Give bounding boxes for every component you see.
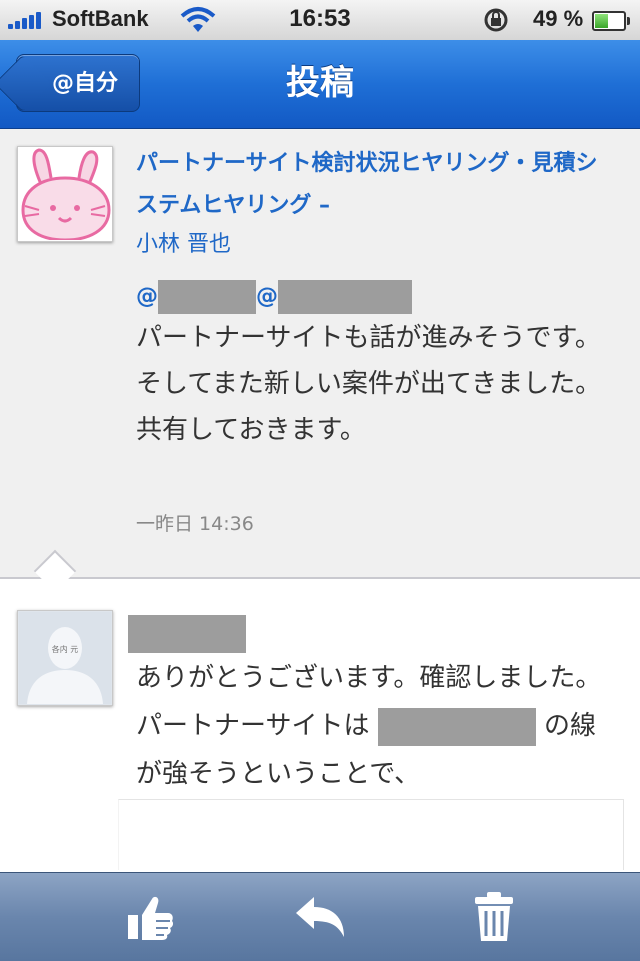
battery-percent: 49 % xyxy=(533,6,584,31)
post-card: パートナーサイト検討状況ヒヤリング・見積システムヒヤリング – 小林 晋也 @ @… xyxy=(0,129,640,579)
reply-icon[interactable] xyxy=(292,891,348,943)
battery-icon xyxy=(592,11,630,31)
svg-text:各内 元: 各内 元 xyxy=(52,644,79,654)
nav-bar: @自分 投稿 xyxy=(0,40,640,129)
reply-card-edge xyxy=(118,799,624,870)
redaction-block xyxy=(377,707,536,746)
post-body: パートナーサイトも話が進みそうです。 そしてまた新しい案件が出てきました。共有し… xyxy=(136,323,602,445)
bottom-toolbar xyxy=(0,872,640,961)
trash-icon[interactable] xyxy=(466,891,522,943)
mention-link[interactable]: @ xyxy=(256,284,278,309)
status-bar: SoftBank 16:53 49 % xyxy=(0,0,640,41)
redaction-block xyxy=(278,280,412,314)
reply-item: 各内 元 ありがとうございます。確認しました。パートナーサイトは の線が強そうと… xyxy=(0,579,640,872)
rotation-lock-icon xyxy=(484,8,508,32)
like-icon[interactable] xyxy=(122,891,178,943)
mentions: @ @ xyxy=(136,279,412,315)
redaction-block xyxy=(158,280,256,314)
default-person-icon: 各内 元 xyxy=(19,612,111,704)
mention-link[interactable]: @ xyxy=(136,284,158,309)
redaction-block xyxy=(128,615,246,653)
person-avatar-icon[interactable]: 各内 元 xyxy=(17,610,113,706)
reply-body: ありがとうございます。確認しました。パートナーサイトは の線が強そうということで… xyxy=(136,663,602,789)
author-link[interactable]: 小林 晋也 xyxy=(136,225,231,265)
post-timestamp: 一昨日 14:36 xyxy=(136,513,254,535)
post-title-link[interactable]: パートナーサイト検討状況ヒヤリング・見積システムヒヤリング – xyxy=(136,143,616,227)
bunny-avatar-icon[interactable] xyxy=(17,146,113,242)
back-button-label: @自分 xyxy=(51,71,118,96)
bunny-face-icon xyxy=(19,148,111,242)
